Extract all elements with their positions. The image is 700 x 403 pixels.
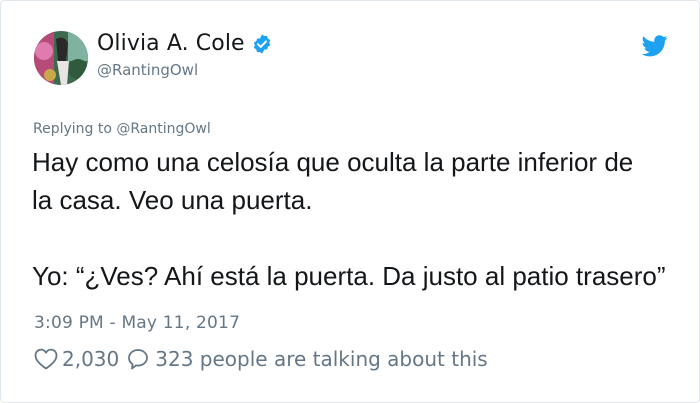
tweet-text: Hay como una celosía que oculta la parte…: [32, 143, 682, 295]
avatar[interactable]: [34, 31, 88, 85]
tweet-timestamp[interactable]: 3:09 PM - May 11, 2017: [34, 313, 240, 333]
like-button[interactable]: 2,030: [34, 347, 127, 371]
tweet-text-line-1: Hay como una celosía que oculta la parte…: [32, 147, 634, 177]
replying-to-label: Replying to @RantingOwl: [33, 121, 211, 137]
conversation-count: 323 people are talking about this: [155, 347, 488, 371]
author-handle[interactable]: @RantingOwl: [97, 61, 198, 79]
conversation-button[interactable]: 323 people are talking about this: [127, 347, 488, 371]
tweet-text-line-4: Yo: “¿Ves? Ahí está la puerta. Da justo …: [32, 261, 666, 291]
tweet-card[interactable]: Olivia A. Cole @RantingOwl Replying to @…: [0, 0, 700, 403]
twitter-bird-icon[interactable]: [641, 35, 668, 57]
heart-icon: [34, 348, 58, 370]
avatar-image: [34, 31, 88, 85]
tweet-text-line-2: la casa. Veo una puerta.: [32, 185, 313, 215]
like-count: 2,030: [62, 347, 120, 371]
author-display-name[interactable]: Olivia A. Cole: [97, 31, 245, 56]
verified-badge-icon: [251, 33, 273, 55]
tweet-actions: 2,030 323 people are talking about this: [34, 347, 488, 371]
author-name-row[interactable]: Olivia A. Cole: [97, 31, 273, 56]
speech-bubble-icon: [127, 348, 149, 370]
